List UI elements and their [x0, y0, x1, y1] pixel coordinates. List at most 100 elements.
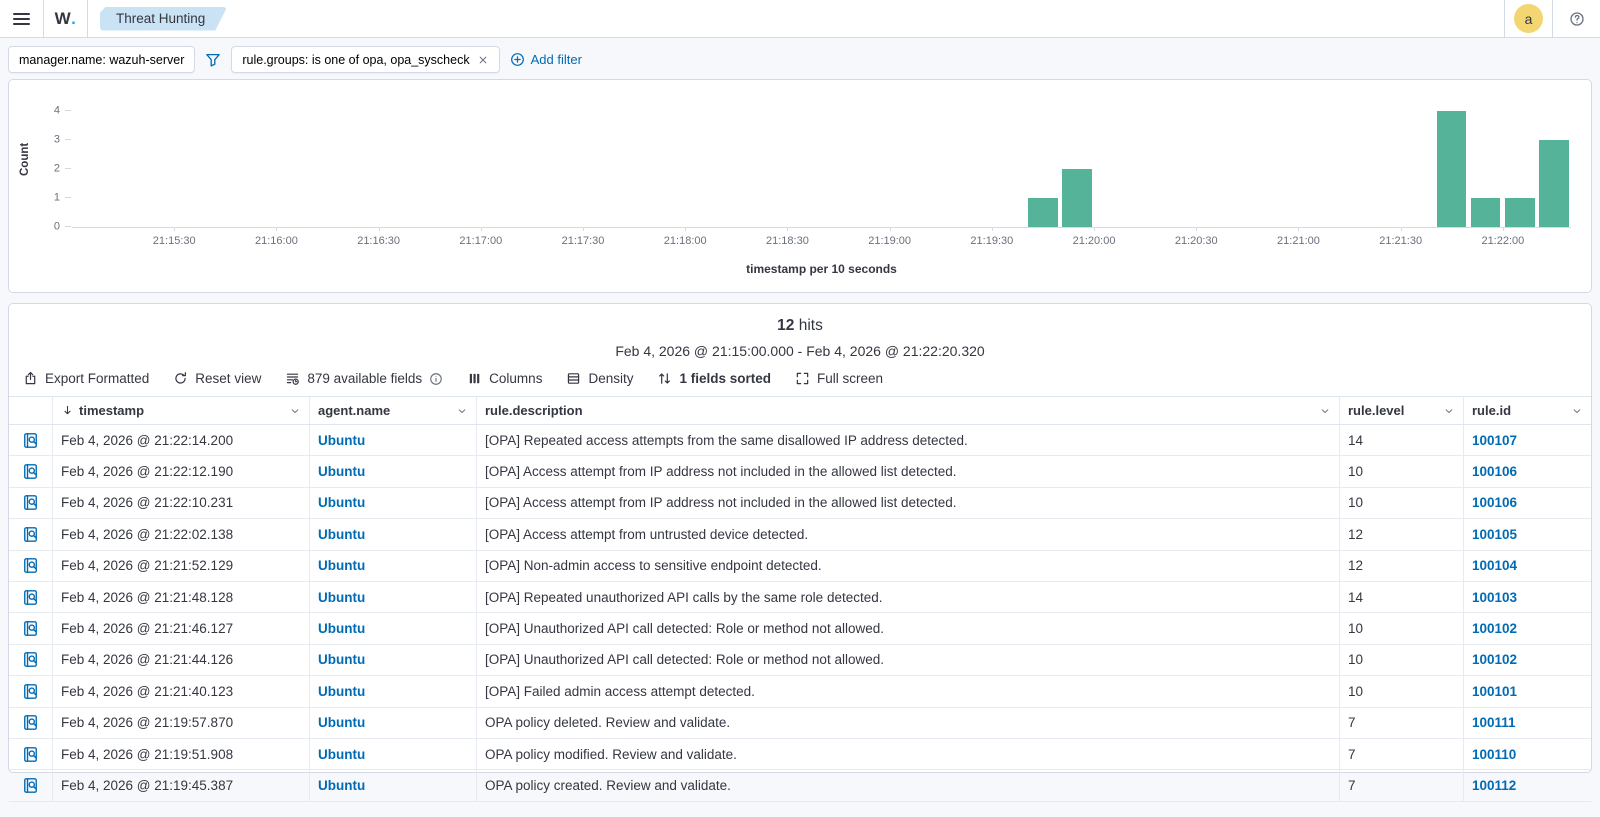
- column-header-agent-name[interactable]: agent.name: [309, 397, 476, 424]
- add-filter-button[interactable]: Add filter: [510, 52, 582, 67]
- rule-id-link[interactable]: 100102: [1472, 652, 1517, 667]
- agent-name-link[interactable]: Ubuntu: [318, 464, 365, 479]
- agent-name-link[interactable]: Ubuntu: [318, 621, 365, 636]
- rule-id-link[interactable]: 100112: [1472, 778, 1516, 793]
- funnel-icon[interactable]: [205, 52, 221, 68]
- agent-name-link[interactable]: Ubuntu: [318, 778, 365, 793]
- agent-name-link[interactable]: Ubuntu: [318, 527, 365, 542]
- cell-rule-level: 12: [1339, 550, 1463, 581]
- chevron-down-icon[interactable]: [289, 405, 301, 417]
- table-row: Feb 4, 2026 @ 21:22:14.200 Ubuntu [OPA] Re…: [9, 425, 1591, 457]
- wazuh-logo[interactable]: W.: [44, 0, 88, 37]
- rule-id-link[interactable]: 100110: [1472, 747, 1516, 762]
- inspect-document-icon: [22, 463, 39, 480]
- x-tick-label: 21:20:30: [1174, 235, 1218, 247]
- cell-rule-level: 10: [1339, 644, 1463, 676]
- cell-agent-name: Ubuntu: [309, 581, 476, 613]
- cell-timestamp: Feb 4, 2026 @ 21:21:52.129: [52, 550, 309, 581]
- inspect-document-button[interactable]: [22, 463, 39, 480]
- inspect-document-button[interactable]: [22, 494, 39, 511]
- cell-text: Feb 4, 2026 @ 21:19:57.870: [61, 715, 234, 731]
- inspect-document-button[interactable]: [22, 714, 39, 731]
- cell-text: [OPA] Unauthorized API call detected: Ro…: [485, 652, 884, 668]
- cell-expand: [9, 582, 52, 612]
- rule-id-link[interactable]: 100103: [1472, 590, 1517, 605]
- rule-id-link[interactable]: 100105: [1472, 527, 1517, 542]
- inspect-document-button[interactable]: [22, 620, 39, 637]
- y-tick-mark: [65, 197, 71, 198]
- inspect-document-button[interactable]: [22, 432, 39, 449]
- histogram-bar[interactable]: [1471, 198, 1501, 227]
- inspect-document-button[interactable]: [22, 651, 39, 668]
- x-tick-label: 21:16:00: [254, 235, 298, 247]
- rule-id-link[interactable]: 100102: [1472, 621, 1517, 636]
- column-header-rule-id[interactable]: rule.id: [1463, 397, 1591, 424]
- rule-id-link[interactable]: 100107: [1472, 433, 1517, 448]
- toolbar-item-columns[interactable]: Columns: [467, 371, 542, 386]
- cell-text: 10: [1348, 621, 1364, 637]
- histogram-bar[interactable]: [1062, 169, 1092, 227]
- cell-rule-description: [OPA] Unauthorized API call detected: Ro…: [476, 613, 1339, 644]
- column-header-timestamp[interactable]: timestamp: [52, 397, 309, 424]
- agent-name-link[interactable]: Ubuntu: [318, 715, 365, 730]
- cell-rule-description: [OPA] Repeated unauthorized API calls by…: [476, 581, 1339, 613]
- agent-name-link[interactable]: Ubuntu: [318, 747, 365, 762]
- histogram-bar[interactable]: [1505, 198, 1535, 227]
- histogram-bar[interactable]: [1539, 140, 1569, 227]
- agent-name-link[interactable]: Ubuntu: [318, 495, 365, 510]
- column-header-label: agent.name: [318, 403, 391, 418]
- column-header-rule-description[interactable]: rule.description: [476, 397, 1339, 424]
- chevron-down-icon[interactable]: [1319, 405, 1331, 417]
- chevron-down-icon[interactable]: [456, 405, 468, 417]
- rule-id-link[interactable]: 100106: [1472, 495, 1517, 510]
- agent-name-link[interactable]: Ubuntu: [318, 652, 365, 667]
- histogram-bar[interactable]: [1028, 198, 1058, 227]
- table-row: Feb 4, 2026 @ 21:21:48.128 Ubuntu [OPA] Re…: [9, 581, 1591, 614]
- inspect-document-button[interactable]: [22, 746, 39, 763]
- cell-text: 7: [1348, 746, 1356, 762]
- agent-name-link[interactable]: Ubuntu: [318, 590, 365, 605]
- columns-icon: [467, 371, 482, 386]
- inspect-document-button[interactable]: [22, 589, 39, 606]
- agent-name-link[interactable]: Ubuntu: [318, 433, 365, 448]
- menu-button[interactable]: [0, 0, 44, 37]
- help-button[interactable]: [1552, 0, 1600, 37]
- cell-rule-description: [OPA] Access attempt from untrusted devi…: [476, 519, 1339, 550]
- user-menu-button[interactable]: a: [1504, 0, 1552, 37]
- inspect-document-button[interactable]: [22, 526, 39, 543]
- breadcrumb-app-tag[interactable]: Threat Hunting: [100, 7, 227, 31]
- pinned-filter-chip[interactable]: manager.name: wazuh-server: [8, 46, 196, 73]
- y-tick-label: 3: [53, 133, 60, 146]
- column-header-rule-level[interactable]: rule.level: [1339, 397, 1463, 424]
- inspect-document-button[interactable]: [22, 777, 39, 794]
- toolbar-item-full-screen[interactable]: Full screen: [795, 371, 883, 386]
- header-control-column: [9, 397, 52, 424]
- cell-timestamp: Feb 4, 2026 @ 21:21:44.126: [52, 644, 309, 676]
- cell-text: Feb 4, 2026 @ 21:22:10.231: [61, 495, 234, 511]
- rule-id-link[interactable]: 100104: [1472, 558, 1517, 573]
- agent-name-link[interactable]: Ubuntu: [318, 558, 365, 573]
- cell-agent-name: Ubuntu: [309, 770, 476, 801]
- cell-expand: [9, 739, 52, 769]
- toolbar-item-label: 879 available fields: [307, 371, 423, 386]
- add-filter-label: Add filter: [530, 52, 582, 67]
- close-icon[interactable]: [477, 54, 489, 66]
- toolbar-item-reset-view[interactable]: Reset view: [173, 371, 261, 386]
- chevron-down-icon[interactable]: [1571, 405, 1583, 417]
- rule-id-link[interactable]: 100111: [1472, 715, 1516, 730]
- cell-timestamp: Feb 4, 2026 @ 21:19:57.870: [52, 707, 309, 738]
- toolbar-item-export-formatted[interactable]: Export Formatted: [23, 371, 149, 386]
- agent-name-link[interactable]: Ubuntu: [318, 684, 365, 699]
- histogram-bar[interactable]: [1437, 111, 1467, 227]
- active-filter-chip[interactable]: rule.groups: is one of opa, opa_syscheck: [231, 46, 500, 73]
- rule-id-link[interactable]: 100106: [1472, 464, 1517, 479]
- toolbar-item-1-fields-sorted[interactable]: 1 fields sorted: [657, 371, 771, 386]
- toolbar-item-879-available-fields[interactable]: 879 available fields: [285, 371, 443, 386]
- chevron-down-icon[interactable]: [1443, 405, 1455, 417]
- inspect-document-button[interactable]: [22, 683, 39, 700]
- rule-id-link[interactable]: 100101: [1472, 684, 1517, 699]
- x-tick-mark: [1502, 227, 1504, 231]
- inspect-document-button[interactable]: [22, 557, 39, 574]
- toolbar-item-density[interactable]: Density: [566, 371, 633, 386]
- histogram-plot[interactable]: 0 1 2 3 4 21:15:30 21:16:00 21:16:30 21:17:00 21:…: [54, 105, 1571, 247]
